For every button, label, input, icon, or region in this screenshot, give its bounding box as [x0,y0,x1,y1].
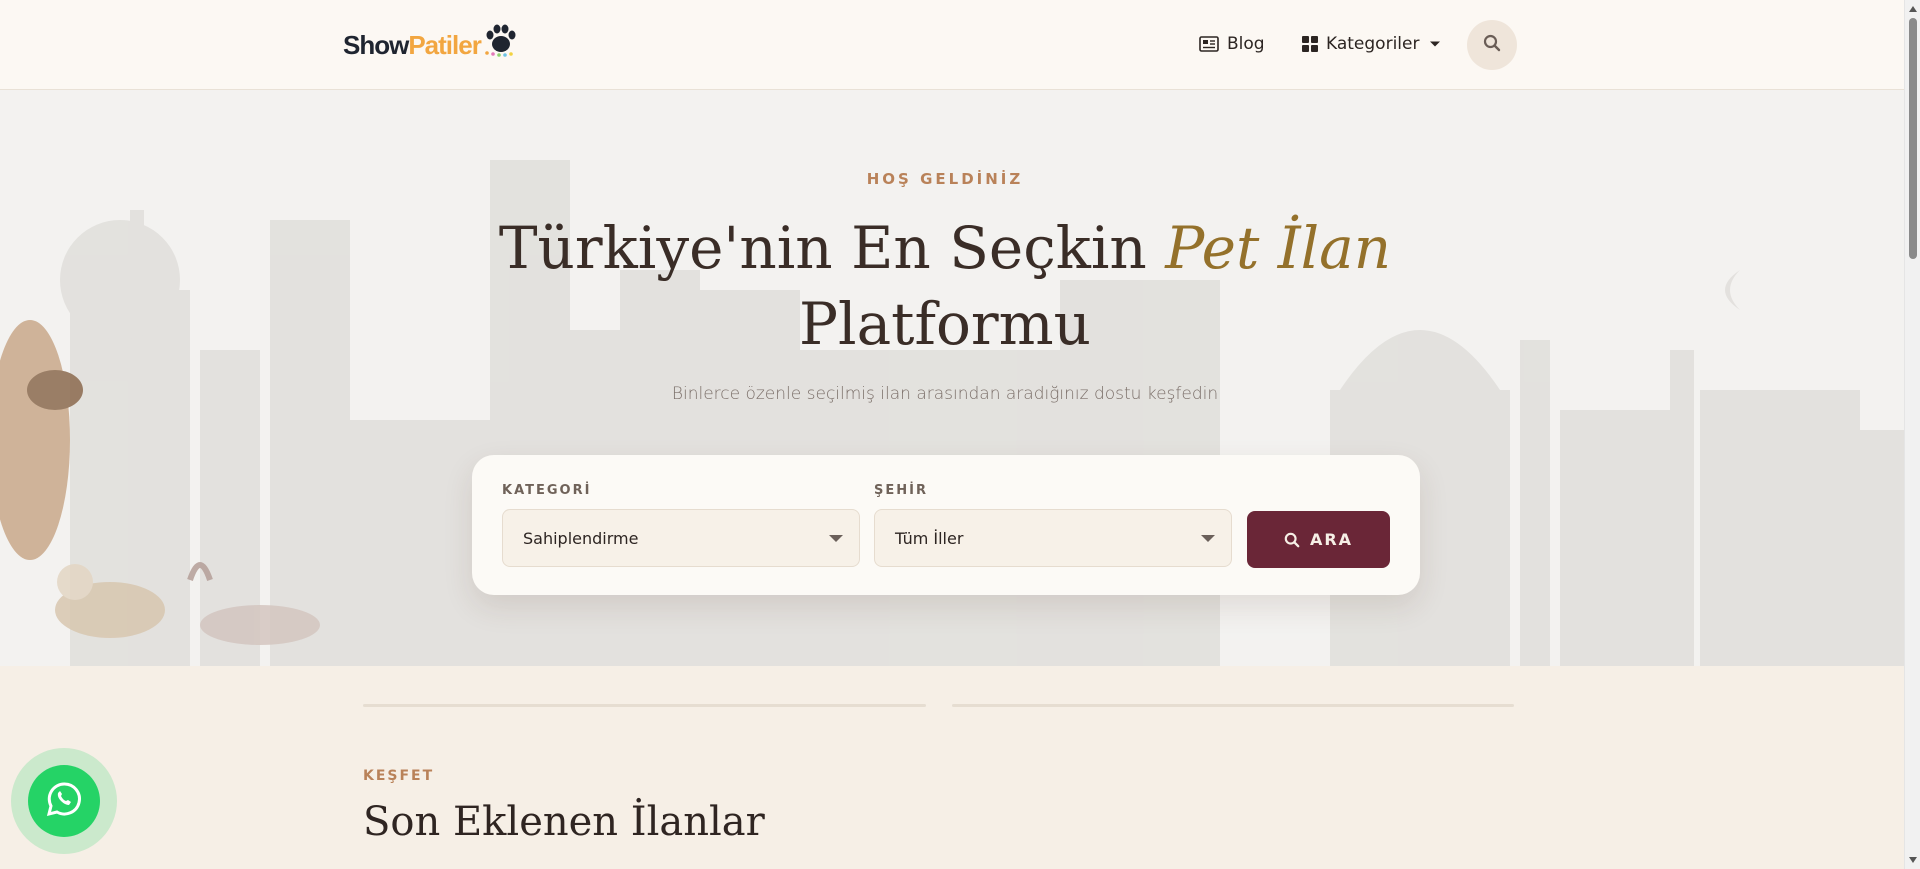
section-divider [363,704,926,707]
search-icon [1284,532,1300,548]
scroll-down-arrow-icon[interactable] [1909,857,1917,863]
nav-blog-link[interactable]: Blog [1199,30,1265,58]
hero-title-part2: Platformu [799,290,1091,358]
nav-blog-label: Blog [1227,34,1265,54]
category-select-value: Sahiplendirme [523,528,639,548]
header-search-button[interactable] [1467,20,1517,70]
hero-kicker: HOŞ GELDİNİZ [866,170,1024,188]
scroll-up-arrow-icon[interactable] [1909,6,1917,12]
whatsapp-icon [44,779,84,823]
search-submit-label: ARA [1309,530,1354,549]
section-divider [952,704,1514,707]
newspaper-icon [1199,36,1219,52]
hero-title-part1: Türkiye'nin En Seçkin [498,214,1166,282]
page-scrollbar[interactable] [1904,0,1920,869]
dropdown-arrow-icon [1201,535,1215,542]
whatsapp-float-button[interactable] [11,748,117,854]
city-label: ŞEHİR [874,483,928,498]
hero-section: HOŞ GELDİNİZ Türkiye'nin En Seçkin Pet İ… [0,90,1904,666]
page: Show Patiler Blog Kategoriler HOŞ GELDİN… [0,0,1920,869]
site-header: Show Patiler Blog Kategoriler [0,0,1904,90]
hero-title: Türkiye'nin En Seçkin Pet İlan Platformu [0,210,1890,362]
caret-down-icon [1429,40,1441,48]
search-icon [1483,34,1501,56]
dropdown-arrow-icon [829,535,843,542]
city-select-value: Tüm İller [895,528,964,548]
nav-categories-dropdown[interactable]: Kategoriler [1302,30,1441,58]
search-submit-button[interactable]: ARA [1247,511,1390,568]
section-kicker: KEŞFET [363,768,435,784]
scrollbar-thumb[interactable] [1909,18,1917,259]
category-select[interactable]: Sahiplendirme [502,509,860,567]
hero-subtitle: Binlerce özenle seçilmiş ilan arasından … [671,384,1219,404]
grid-icon [1302,36,1318,52]
category-label: KATEGORİ [502,483,592,498]
whatsapp-button-inner[interactable] [28,765,100,837]
hero-title-accent: Pet İlan [1165,214,1392,282]
section-title: Son Eklenen İlanlar [363,799,765,845]
city-select[interactable]: Tüm İller [874,509,1232,567]
search-card: KATEGORİ Sahiplendirme ŞEHİR Tüm İller A… [472,455,1420,595]
nav-categories-label: Kategoriler [1326,34,1420,54]
main-nav: Blog Kategoriler [0,0,1904,90]
